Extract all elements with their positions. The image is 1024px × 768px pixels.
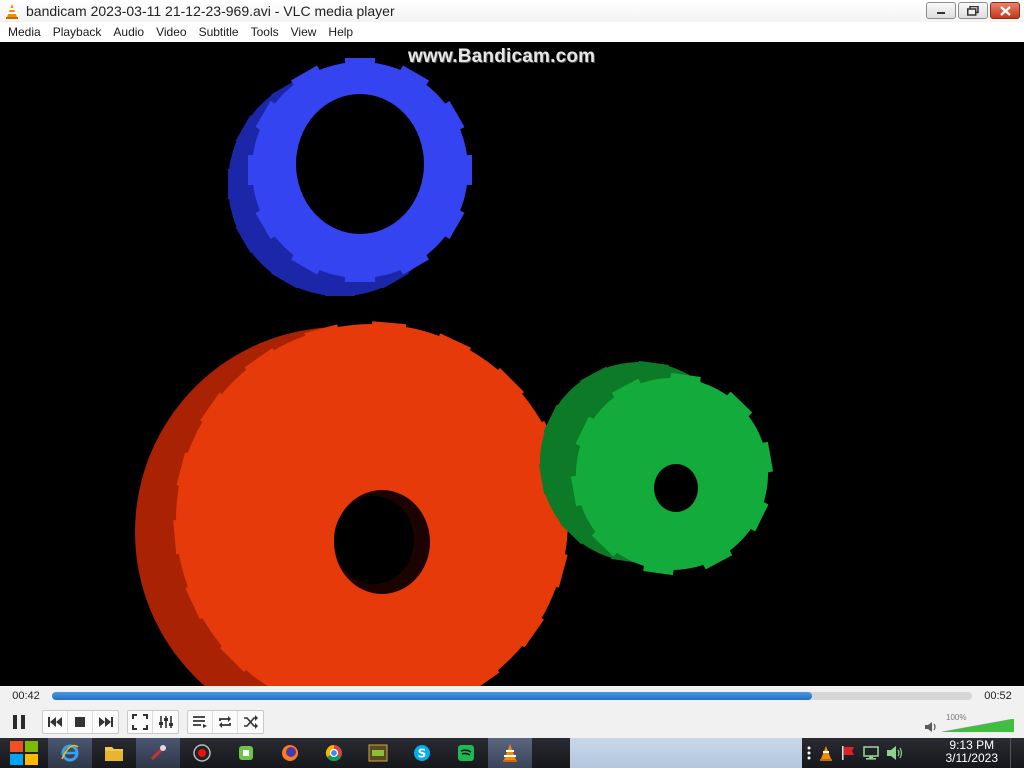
stop-icon: [75, 716, 85, 727]
taskbar-spotify[interactable]: [444, 738, 488, 768]
skype-icon: S: [414, 745, 430, 761]
taskbar-internet-explorer[interactable]: [48, 738, 92, 768]
cpu-icon: [239, 746, 253, 760]
stop-button[interactable]: [68, 710, 93, 733]
menu-tools[interactable]: Tools: [245, 22, 285, 42]
extended-settings-icon: [158, 715, 173, 728]
vlc-icon: [503, 744, 517, 762]
fullscreen-button[interactable]: [128, 710, 153, 733]
shuffle-icon: [243, 714, 258, 729]
speaker-icon[interactable]: [924, 721, 938, 733]
menu-bar: Media Playback Audio Video Subtitle Tool…: [0, 22, 1024, 42]
menu-media[interactable]: Media: [2, 22, 47, 42]
watermark-text: www.Bandicam.com: [408, 46, 596, 67]
show-desktop-button[interactable]: [1010, 738, 1024, 768]
taskbar-paint[interactable]: [136, 738, 180, 768]
window-title: bandicam 2023-03-11 21-12-23-969.avi - V…: [26, 3, 395, 19]
restore-icon: [967, 5, 979, 16]
seek-row: 00:42 00:52: [0, 686, 1024, 705]
pause-icon: [13, 714, 25, 729]
clock[interactable]: 9:13 PM 3/11/2023: [946, 739, 999, 765]
close-icon: [999, 5, 1011, 16]
view-group: [127, 709, 179, 734]
previous-icon: [48, 716, 62, 727]
control-bar: 100%: [0, 705, 1024, 738]
taskbar-vlc[interactable]: [488, 738, 532, 768]
vlc-cone-icon: [6, 4, 18, 19]
game-icon: [368, 744, 388, 762]
shuffle-button[interactable]: [238, 711, 263, 733]
playlist-group: [187, 709, 264, 734]
red-gear: [135, 321, 571, 686]
system-tray: [806, 738, 904, 768]
taskbar-empty-area: [570, 738, 802, 768]
title-bar: bandicam 2023-03-11 21-12-23-969.avi - V…: [0, 0, 1024, 22]
file-explorer-icon: [105, 747, 123, 761]
menu-audio[interactable]: Audio: [107, 22, 150, 42]
vlc-tray-icon[interactable]: [818, 745, 834, 761]
playlist-button[interactable]: [188, 710, 213, 733]
extended-settings-button[interactable]: [153, 711, 178, 733]
menu-view[interactable]: View: [285, 22, 323, 42]
video-area[interactable]: www.Bandicam.com: [0, 42, 1024, 686]
play-pause-button[interactable]: [4, 708, 34, 736]
seek-slider[interactable]: [52, 691, 972, 700]
paint-icon: [150, 745, 166, 761]
taskbar-file-explorer[interactable]: [92, 738, 136, 768]
taskbar-chrome[interactable]: [312, 738, 356, 768]
green-gear: [538, 360, 774, 576]
clock-date: 3/11/2023: [945, 751, 999, 765]
blue-gear: [228, 58, 472, 296]
start-icon: [10, 741, 38, 765]
previous-button[interactable]: [43, 710, 68, 733]
menu-help[interactable]: Help: [322, 22, 359, 42]
network-icon[interactable]: [862, 745, 880, 761]
minimize-icon: [937, 11, 945, 14]
taskbar-cpu-monitor[interactable]: [224, 738, 268, 768]
taskbar-game[interactable]: [356, 738, 400, 768]
minimize-button[interactable]: [926, 2, 956, 19]
loop-icon: [219, 715, 231, 728]
chrome-icon: [325, 744, 342, 762]
fullscreen-icon: [132, 713, 148, 730]
bandicam-icon: [193, 744, 211, 762]
svg-text:S: S: [418, 747, 427, 761]
playlist-icon: [193, 715, 207, 728]
start-button[interactable]: [0, 738, 48, 768]
loop-button[interactable]: [213, 710, 238, 733]
restore-button[interactable]: [958, 2, 988, 19]
speaker-tray-icon[interactable]: [886, 745, 904, 761]
overflow-icon[interactable]: [806, 745, 812, 761]
firefox-icon: [282, 745, 298, 761]
menu-video[interactable]: Video: [150, 22, 192, 42]
taskbar: S 9:13 PM 3/11/2023: [0, 738, 1024, 768]
close-button[interactable]: [990, 2, 1020, 19]
video-frame: [135, 58, 774, 686]
volume-slider[interactable]: [942, 719, 1014, 732]
transport-group: [42, 709, 119, 734]
flag-icon[interactable]: [840, 745, 856, 761]
taskbar-firefox[interactable]: [268, 738, 312, 768]
internet-explorer-icon: [61, 744, 79, 762]
taskbar-skype[interactable]: S: [400, 738, 444, 768]
seek-slider-fill: [52, 691, 812, 700]
elapsed-time: 00:42: [12, 689, 40, 702]
total-time: 00:52: [984, 689, 1012, 702]
spotify-icon: [458, 745, 474, 761]
taskbar-bandicam[interactable]: [180, 738, 224, 768]
menu-playback[interactable]: Playback: [47, 22, 108, 42]
next-icon: [98, 716, 113, 727]
menu-subtitle[interactable]: Subtitle: [193, 22, 245, 42]
volume-control: 100%: [922, 711, 1018, 735]
next-button[interactable]: [93, 711, 118, 733]
